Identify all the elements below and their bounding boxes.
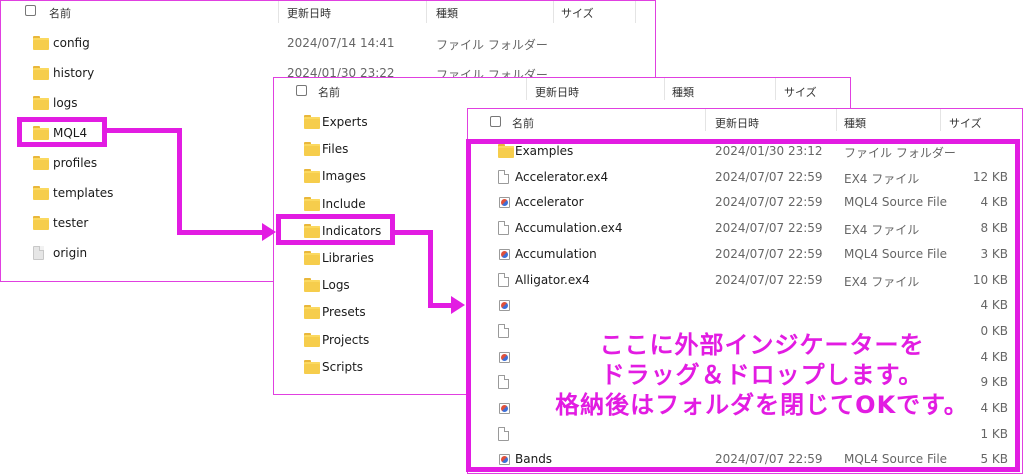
item-name: logs — [53, 96, 78, 110]
item-name: Include — [322, 196, 366, 211]
column-header: 名前 更新日時 種類 サイズ — [468, 109, 1022, 131]
item-name: origin — [53, 246, 88, 260]
item-name: Images — [322, 169, 366, 184]
item-name: Logs — [322, 278, 350, 293]
item-name: Presets — [322, 305, 366, 320]
item-name: Experts — [322, 115, 368, 129]
folder-icon — [304, 305, 320, 320]
column-date[interactable]: 更新日時 — [535, 84, 579, 100]
mql4-folder-highlight — [17, 117, 107, 147]
folder-icon — [304, 251, 320, 265]
folder-icon — [304, 115, 320, 129]
item-name: templates — [53, 186, 114, 200]
column-name[interactable]: 名前 — [318, 84, 340, 100]
arrow-mql4-to-indicators — [107, 128, 182, 133]
folder-icon — [33, 216, 49, 230]
column-name[interactable]: 名前 — [512, 115, 534, 131]
item-type: ファイル フォルダー — [436, 38, 548, 52]
column-date[interactable]: 更新日時 — [287, 5, 331, 21]
column-date[interactable]: 更新日時 — [715, 115, 759, 131]
file-icon — [33, 246, 44, 260]
folder-icon — [33, 96, 49, 110]
select-all-checkbox[interactable] — [25, 5, 36, 16]
column-size[interactable]: サイズ — [949, 115, 982, 131]
instruction-line-1: ここに外部インジケーターを — [599, 331, 925, 359]
column-header: 名前 更新日時 種類 サイズ — [1, 1, 655, 23]
instruction-line-3: 格納後はフォルダを閉じてOKです。 — [555, 391, 969, 419]
drop-target-highlight — [466, 139, 1020, 472]
column-type[interactable]: 種類 — [436, 5, 458, 21]
column-type[interactable]: 種類 — [844, 115, 866, 131]
column-name[interactable]: 名前 — [49, 5, 71, 21]
folder-icon — [304, 142, 320, 157]
folder-icon — [304, 278, 320, 293]
item-name: config — [53, 36, 90, 50]
folder-icon — [33, 186, 49, 200]
item-name: tester — [53, 216, 89, 230]
folder-icon — [33, 156, 49, 170]
folder-icon — [33, 36, 49, 50]
item-name: history — [53, 66, 95, 80]
item-name: Files — [322, 142, 349, 157]
indicators-folder-highlight — [276, 214, 395, 245]
item-date: 2024/07/14 14:41 — [287, 36, 395, 50]
folder-icon — [304, 169, 320, 184]
instruction-line-2: ドラッグ＆ドロップします。 — [600, 361, 924, 389]
column-header: 名前 更新日時 種類 サイズ — [274, 78, 850, 100]
column-size[interactable]: サイズ — [561, 5, 594, 21]
select-all-checkbox[interactable] — [296, 85, 307, 96]
column-type[interactable]: 種類 — [672, 84, 694, 100]
folder-icon — [33, 66, 49, 80]
item-name: Libraries — [322, 251, 374, 265]
item-name: profiles — [53, 156, 98, 170]
select-all-checkbox[interactable] — [490, 116, 501, 127]
folder-row[interactable]: config 2024/07/14 14:41 ファイル フォルダー — [1, 31, 655, 55]
column-size[interactable]: サイズ — [784, 84, 817, 100]
folder-icon — [304, 196, 320, 211]
